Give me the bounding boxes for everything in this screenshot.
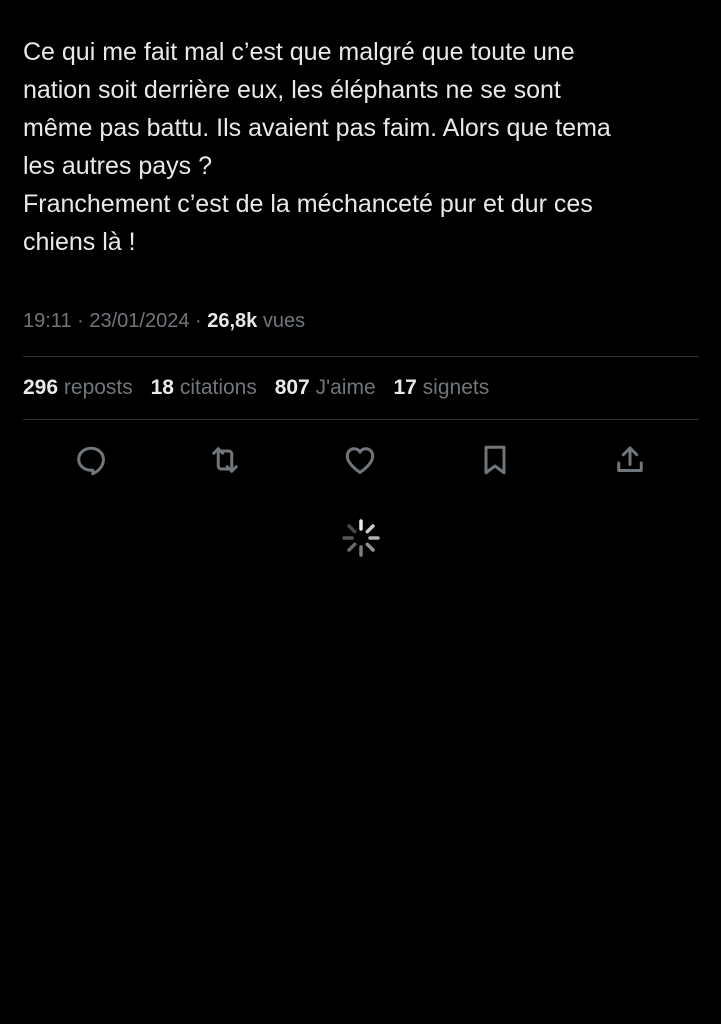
- loading-spinner: [341, 518, 381, 558]
- loading-spinner-icon: [342, 519, 380, 557]
- tweet-text: Ce qui me fait mal c’est que malgré que …: [23, 33, 698, 261]
- tweet-text-line: Franchement c’est de la méchanceté pur e…: [23, 190, 593, 218]
- divider: [23, 419, 699, 420]
- reply-icon: [77, 446, 105, 476]
- bookmarks-count: 17: [393, 376, 417, 399]
- likes-count: 807: [274, 376, 310, 399]
- share-button[interactable]: [607, 437, 653, 483]
- tweet-date[interactable]: 23/01/2024: [89, 310, 189, 332]
- share-icon: [617, 446, 643, 472]
- meta-separator: ·: [71, 310, 90, 332]
- views-label: vues: [262, 310, 306, 332]
- likes-stat[interactable]: 807 J'aime: [275, 374, 376, 402]
- bookmark-button[interactable]: [472, 437, 518, 483]
- likes-label: J'aime: [315, 376, 376, 399]
- action-bar: [23, 437, 699, 483]
- like-icon: [345, 447, 375, 474]
- quotes-label: citations: [179, 376, 257, 399]
- reposts-count: 296: [23, 376, 59, 399]
- tweet-text-line: les autres pays ?: [23, 152, 212, 180]
- reply-button[interactable]: [68, 437, 114, 483]
- engagement-stats: 296 reposts 18 citations 807 J'aime 17 s…: [23, 374, 501, 402]
- bookmarks-stat[interactable]: 17 signets: [393, 374, 489, 402]
- reposts-label: reposts: [63, 376, 133, 399]
- quotes-stat[interactable]: 18 citations: [151, 374, 257, 402]
- repost-icon: [212, 447, 238, 473]
- tweet-text-line: même pas battu. Ils avaient pas faim. Al…: [23, 114, 611, 142]
- quotes-count: 18: [150, 376, 174, 399]
- divider: [23, 356, 699, 357]
- meta-separator: ·: [189, 310, 208, 332]
- views-count: 26,8k: [207, 310, 258, 332]
- tweet-text-line: chiens là !: [23, 228, 136, 256]
- tweet-text-line: Ce qui me fait mal c’est que malgré que …: [23, 38, 575, 66]
- tweet-time[interactable]: 19:11: [23, 310, 72, 332]
- tweet-text-line: nation soit derrière eux, les éléphants …: [23, 76, 561, 104]
- reposts-stat[interactable]: 296 reposts: [23, 374, 133, 402]
- bookmarks-label: signets: [422, 376, 490, 399]
- repost-button[interactable]: [202, 437, 248, 483]
- bookmark-icon: [484, 445, 506, 475]
- tweet-metadata: 19:11 · 23/01/2024 · 26,8k vues: [23, 307, 305, 335]
- like-button[interactable]: [337, 437, 383, 483]
